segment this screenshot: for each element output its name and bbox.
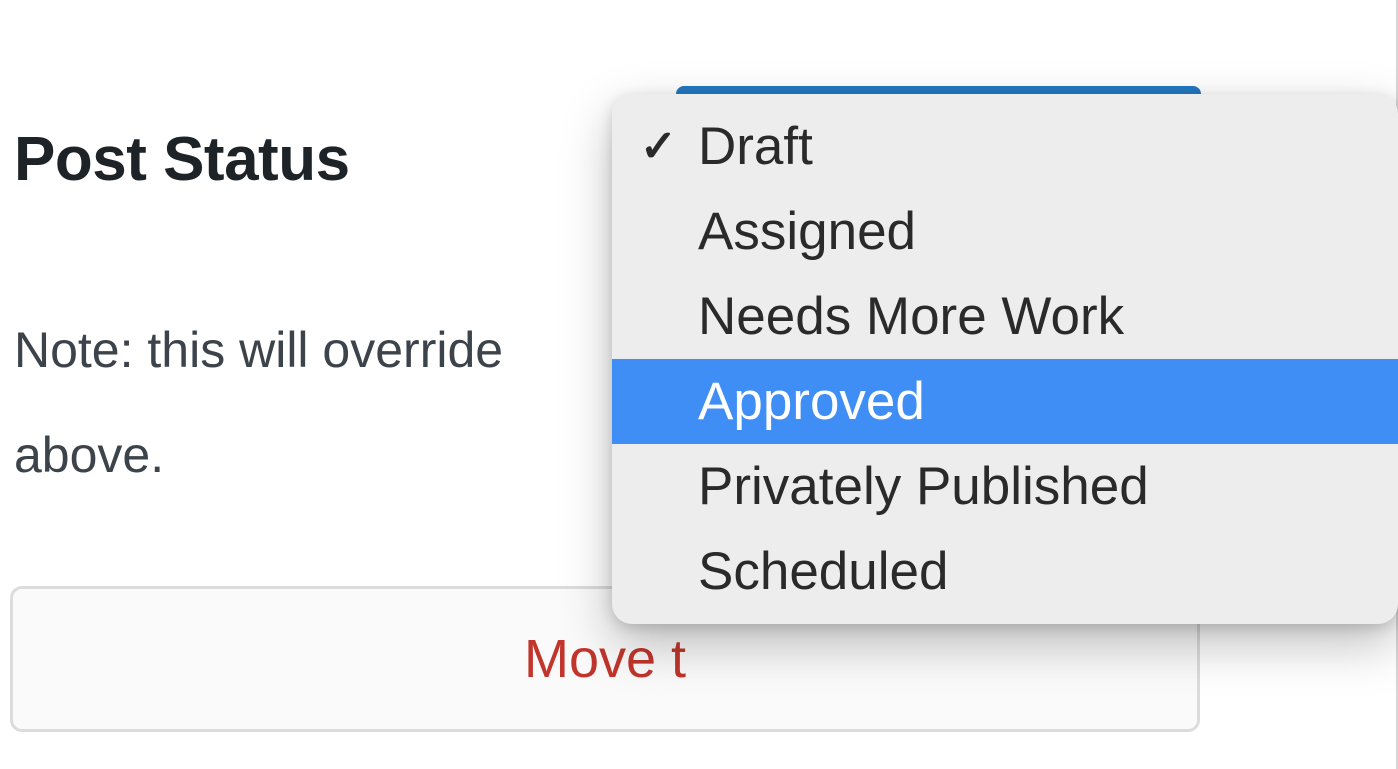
- post-status-panel: Post Status Note: this will override abo…: [0, 0, 1398, 769]
- status-option-needs-more-work[interactable]: Needs More Work: [612, 274, 1398, 359]
- check-icon: ✓: [640, 121, 698, 172]
- status-option-assigned[interactable]: Assigned: [612, 189, 1398, 274]
- status-option-label: Scheduled: [698, 541, 1374, 602]
- status-dropdown[interactable]: ✓Draft Assigned Needs More Work Approved Pri…: [612, 94, 1398, 624]
- status-option-label: Assigned: [698, 201, 1374, 262]
- status-option-privately-published[interactable]: Privately Published: [612, 444, 1398, 529]
- move-to-trash-label: Move t: [524, 628, 686, 690]
- status-option-label: Privately Published: [698, 456, 1374, 517]
- section-heading: Post Status: [14, 124, 350, 195]
- note-line-1: Note: this will override: [14, 322, 503, 378]
- status-option-draft[interactable]: ✓Draft: [612, 104, 1398, 189]
- note-line-2: above.: [14, 427, 164, 483]
- status-option-approved[interactable]: Approved: [612, 359, 1398, 444]
- status-option-label: Approved: [698, 371, 1374, 432]
- status-option-label: Draft: [698, 116, 1374, 177]
- status-option-label: Needs More Work: [698, 286, 1374, 347]
- status-option-scheduled[interactable]: Scheduled: [612, 529, 1398, 614]
- status-select-collapsed[interactable]: [676, 86, 1201, 94]
